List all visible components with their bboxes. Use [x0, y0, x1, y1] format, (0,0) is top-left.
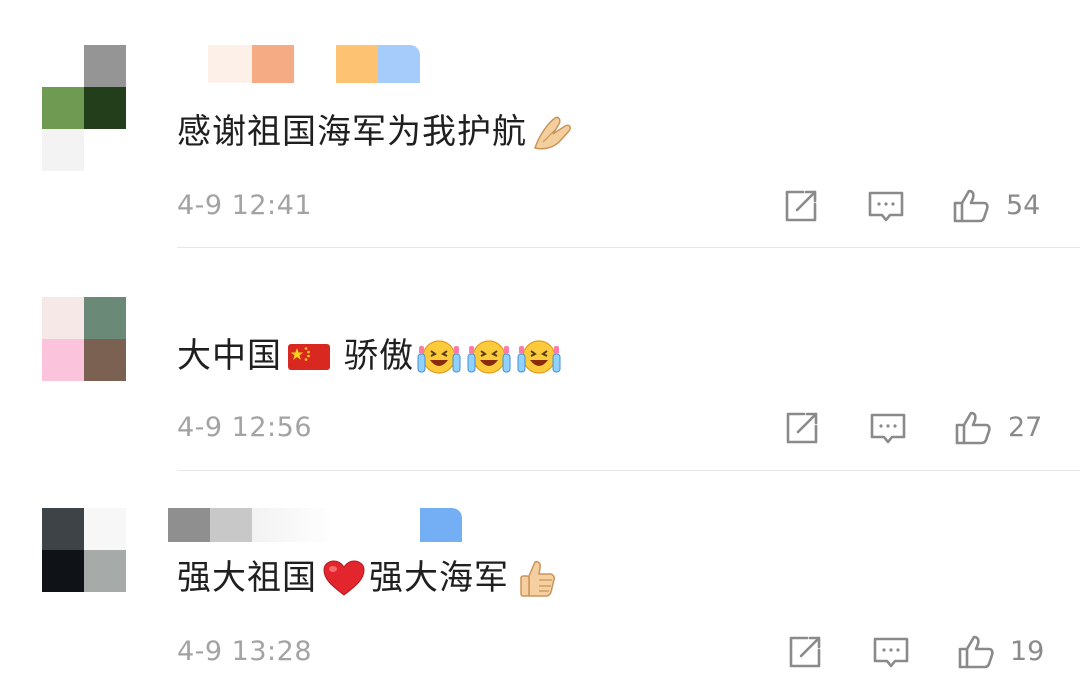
avatar-pixel [84, 45, 126, 87]
comment-text: 大中国 骄傲 [177, 334, 564, 378]
avatar-pixel [84, 508, 126, 550]
avatar-pixel [84, 129, 126, 171]
like-count: 54 [1006, 190, 1041, 221]
username-pixel [336, 508, 420, 542]
avatar[interactable] [42, 297, 126, 381]
username-pixel [208, 45, 252, 83]
comment-actions: 54 [0, 186, 1080, 226]
laughing-crying-emoji [416, 336, 462, 376]
username-pixel [378, 45, 420, 83]
avatar-pixel [84, 87, 126, 129]
comment-actions: 19 [0, 632, 1080, 672]
share-icon[interactable] [782, 408, 822, 448]
comment-text-body: 强大祖国 [177, 558, 317, 598]
comment-item: 感谢祖国海军为我护航 4-9 12:41 54 [0, 0, 1080, 250]
like-count: 27 [1008, 412, 1043, 443]
username-blurred[interactable] [168, 508, 462, 542]
comment-text: 强大祖国 强大海军 [177, 556, 563, 600]
china-flag-emoji [286, 336, 334, 376]
username-pixel [294, 45, 336, 83]
comment-icon[interactable] [866, 186, 906, 226]
username-blurred[interactable] [208, 45, 420, 83]
username-pixel [168, 508, 210, 542]
avatar-pixel [42, 129, 84, 171]
avatar-pixel [84, 550, 126, 592]
laughing-crying-emoji [466, 336, 512, 376]
avatar-pixel [84, 339, 126, 381]
share-icon[interactable] [785, 632, 825, 672]
avatar-pixel [42, 550, 84, 592]
avatar-pixel [42, 297, 84, 339]
thumbs-up-outline-icon[interactable] [953, 408, 993, 448]
avatar-pixel [84, 297, 126, 339]
comment-icon[interactable] [868, 408, 908, 448]
comment-actions: 27 [0, 408, 1080, 448]
comment-text-body: 感谢祖国海军为我护航 [177, 112, 527, 152]
username-pixel [252, 45, 294, 83]
comment-item: 强大祖国 强大海军 4-9 13:28 19 [0, 472, 1080, 689]
avatar-pixel [42, 339, 84, 381]
avatar[interactable] [42, 508, 126, 592]
thumbs-up-emoji [515, 558, 561, 598]
username-pixel [210, 508, 252, 542]
comment-divider [177, 470, 1080, 471]
username-pixel [336, 45, 378, 83]
comment-item: 大中国 骄傲 4-9 12:56 27 [0, 250, 1080, 472]
comment-text-body: 强大海军 [369, 558, 509, 598]
username-pixel [252, 508, 336, 542]
red-heart-emoji [321, 558, 367, 598]
comment-text-body: 骄傲 [344, 336, 414, 376]
thumbs-up-outline-icon[interactable] [951, 186, 991, 226]
avatar-pixel [42, 45, 84, 87]
thumbs-up-outline-icon[interactable] [956, 632, 996, 672]
username-pixel [420, 508, 462, 542]
laughing-crying-emoji [516, 336, 562, 376]
avatar[interactable] [42, 45, 126, 171]
comment-icon[interactable] [871, 632, 911, 672]
share-icon[interactable] [781, 186, 821, 226]
like-count: 19 [1010, 636, 1045, 667]
avatar-pixel [42, 87, 84, 129]
comment-divider [177, 247, 1080, 248]
comment-text-body: 大中国 [177, 336, 282, 376]
avatar-pixel [42, 508, 84, 550]
folded-hands-emoji [529, 112, 575, 152]
comment-text: 感谢祖国海军为我护航 [177, 110, 577, 154]
